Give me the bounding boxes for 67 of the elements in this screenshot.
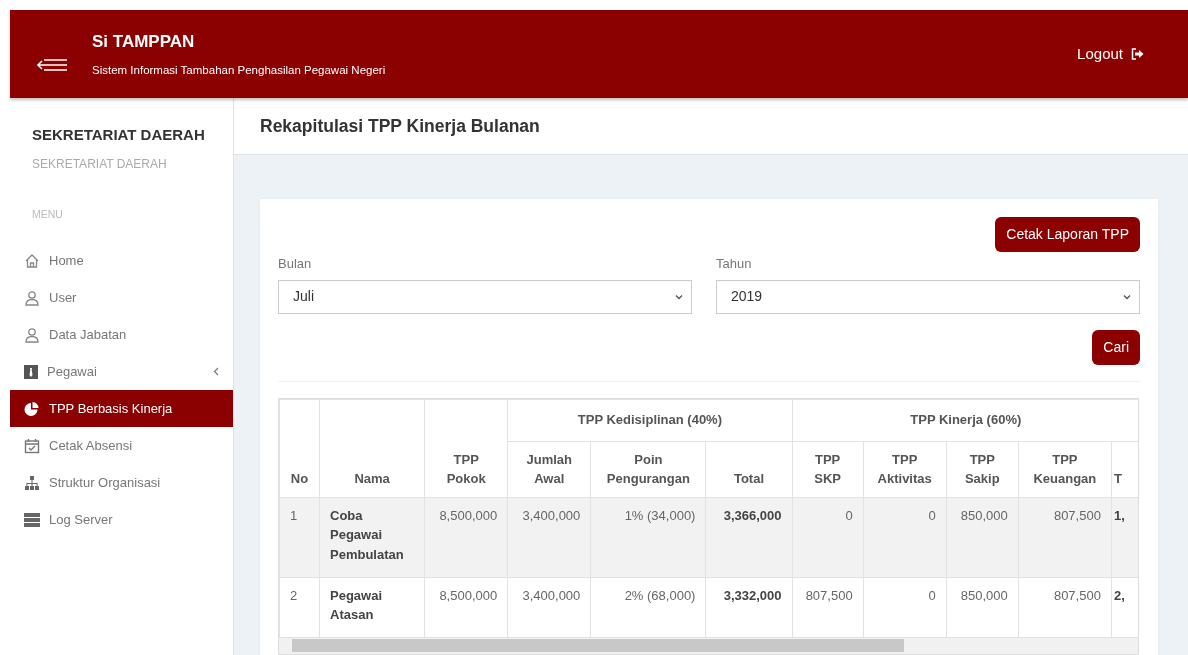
user-icon [24,289,40,306]
sidebar-item[interactable]: Data Jabatan [10,316,233,354]
table-cell: 8,500,000 [424,497,508,577]
column-header: Poin Pengurangan [590,441,706,497]
chevron-down-icon [1123,293,1131,300]
table-cell: Coba Pegawai Pembulatan [319,497,425,577]
pie-chart-icon [24,400,40,417]
column-group-header: TPP Kedisiplinan (40%) [507,399,793,441]
id-badge-icon [24,364,38,379]
app-title: Si TAMPPAN [92,30,196,53]
print-report-button[interactable]: Cetak Laporan TPP [995,217,1140,252]
logout-icon [1131,48,1144,60]
logout-link[interactable]: Logout [1077,42,1144,66]
organization-subtitle: SEKRETARIAT DAERAH [32,155,168,173]
sidebar-item[interactable]: Pegawai [10,353,233,391]
select-field[interactable]: Juli [278,279,692,314]
table-cell: 807,500 [1018,577,1112,637]
page-title: Rekapitulasi TPP Kinerja Bulanan [260,115,540,137]
column-header: Jumlah Awal [507,441,591,497]
sidebar-item[interactable]: User [10,279,233,317]
user-icon [24,326,40,343]
table-cell: 1 [279,497,320,577]
field-label: Tahun [715,255,753,273]
table-cell: 807,500 [1018,497,1112,577]
table-cell: 850,000 [946,497,1019,577]
calendar-check-icon [24,437,40,454]
table-cell: 2 [279,577,320,637]
sitemap-icon [24,474,40,491]
table-cell: 3,366,000 [705,497,793,577]
column-group-header: TPP Kinerja (60%) [792,399,1138,441]
table-cell: 807,500 [792,577,864,637]
sidebar-item[interactable]: Struktur Organisasi [10,464,233,502]
table-cell: 3,400,000 [507,577,591,637]
table-cell: 3,400,000 [507,497,591,577]
server-icon [24,511,40,528]
app-subtitle: Sistem Informasi Tambahan Penghasilan Pegawai Negeri [92,63,386,79]
table-cell: 850,000 [946,577,1019,637]
table-cell: 1% (34,000) [590,497,706,577]
column-header: Nama [319,399,425,497]
search-button[interactable]: Cari [1092,329,1140,365]
chevron-left-icon [213,367,219,377]
column-header: Total [705,441,793,497]
chevron-down-icon [674,293,683,300]
field-label: Bulan [278,255,313,273]
sidebar-item[interactable]: Home [10,242,233,280]
home-icon [24,252,40,269]
table-cell: 8,500,000 [424,577,508,637]
column-header: TPP Sakip [946,441,1019,497]
organization-name: SEKRETARIAT DAERAH [32,125,206,145]
column-header: TPP SKP [792,441,864,497]
menu-toggle-icon[interactable] [36,57,68,73]
column-header: TPP Keuangan [1018,441,1112,497]
column-header: TPP Pokok [424,399,508,497]
table-cell: Pegawai Atasan [319,577,425,637]
column-header: TPP Aktivitas [863,441,947,497]
table-cell: 3,332,000 [705,577,793,637]
table-cell: 0 [863,577,947,637]
menu-heading: MENU [32,206,64,222]
table-cell: 0 [863,497,947,577]
table-cell: 2% (68,000) [590,577,706,637]
sidebar-item[interactable]: Cetak Absensi [10,427,233,465]
sidebar-item[interactable]: Log Server [10,501,233,539]
table-cell: 0 [792,497,864,577]
select-field[interactable]: 2019 [715,279,1140,314]
sidebar-item[interactable]: TPP Berbasis Kinerja [10,390,233,428]
table-cell: 1, [1111,497,1138,577]
column-header: No [279,399,320,497]
